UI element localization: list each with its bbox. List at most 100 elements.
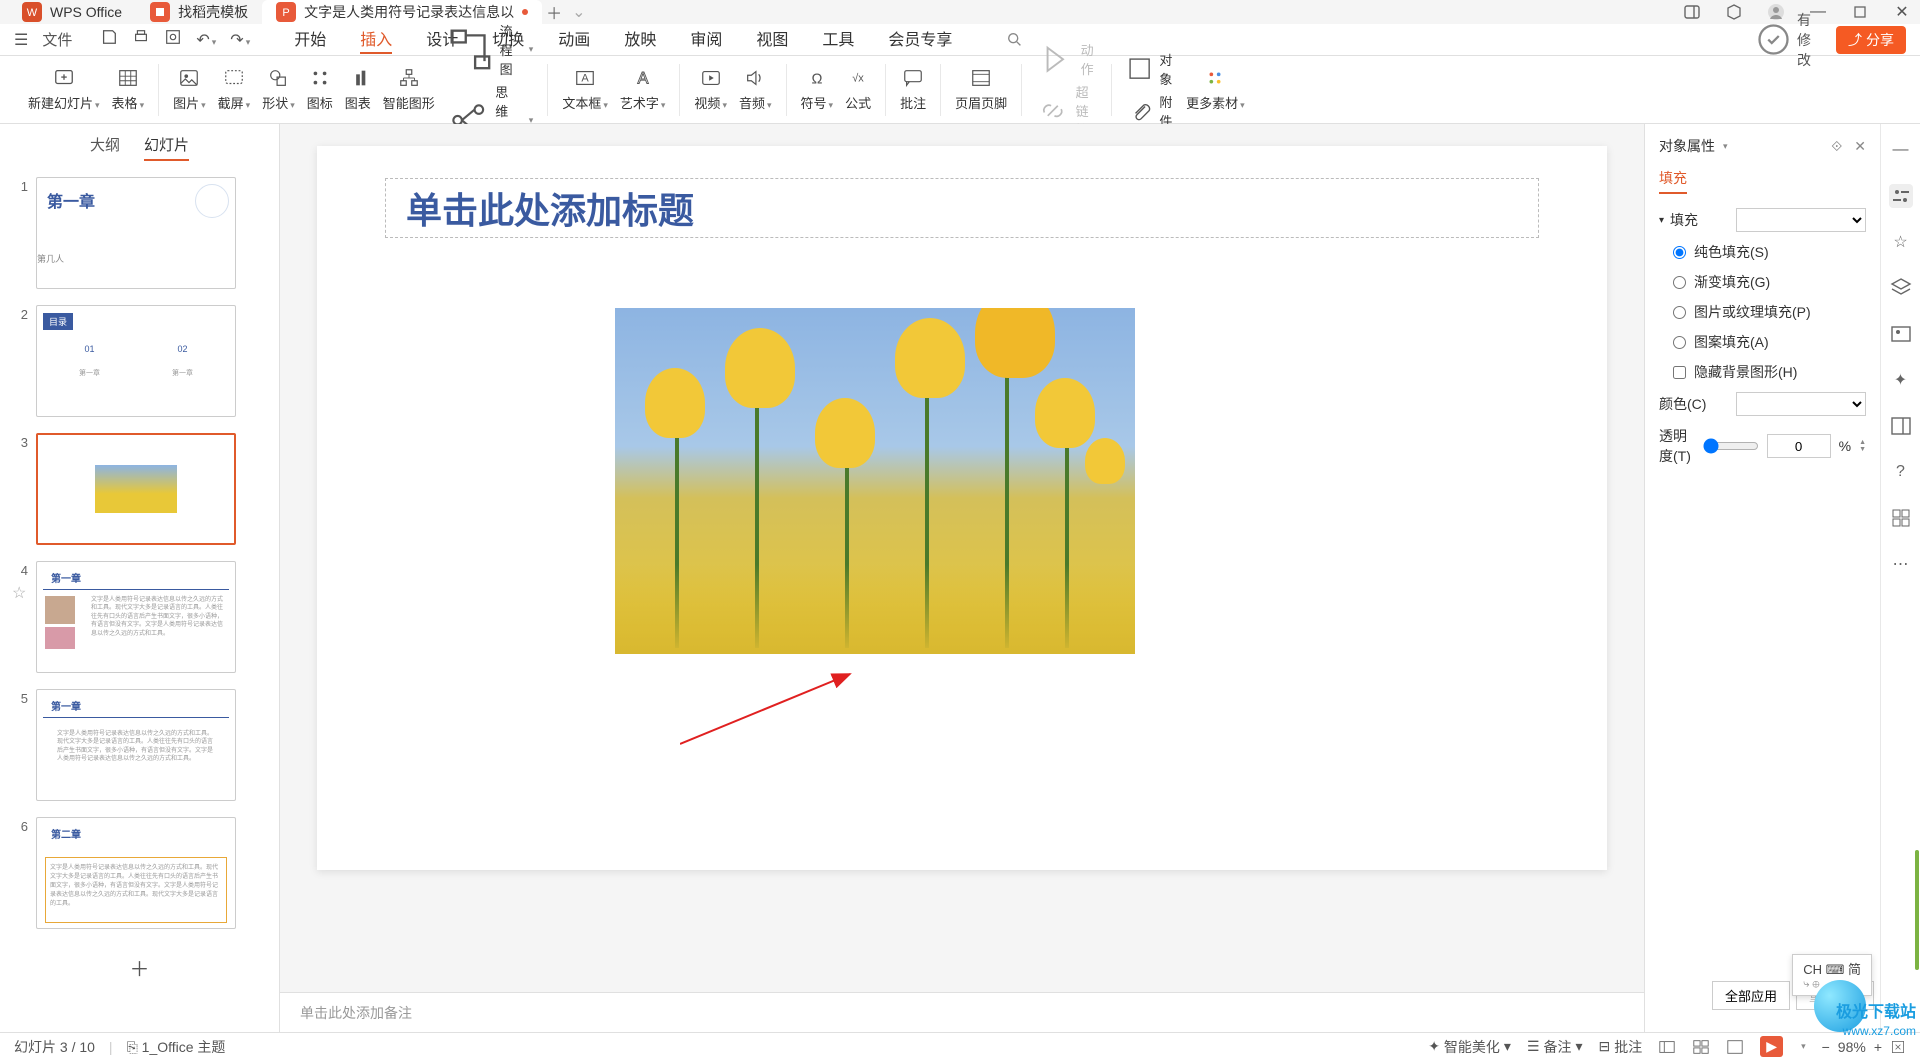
tab-insert[interactable]: 插入 <box>360 26 392 54</box>
apply-all-button[interactable]: 全部应用 <box>1712 981 1790 1010</box>
fill-preset-select[interactable] <box>1736 208 1866 232</box>
object-button[interactable]: 对象 <box>1126 50 1174 88</box>
more-button[interactable]: 更多素材▾ <box>1186 67 1245 112</box>
template-icon <box>150 2 170 22</box>
wps-logo-icon: W <box>22 2 42 22</box>
chart-button[interactable]: 图表 <box>345 67 371 112</box>
panel-icon[interactable] <box>1682 2 1702 22</box>
inserted-image[interactable] <box>615 308 1135 654</box>
tools-icon[interactable] <box>1889 506 1913 530</box>
tab-label: WPS Office <box>50 4 122 20</box>
collapse-icon[interactable]: — <box>1889 138 1913 162</box>
slide-thumb-4[interactable]: 第一章文字是人类用符号记录表达信息以传之久远的方式和工具。现代文字大多是记录语言… <box>36 561 236 673</box>
wordart-button[interactable]: A艺术字▾ <box>620 67 666 112</box>
textbox-button[interactable]: A文本框▾ <box>562 67 608 112</box>
title-placeholder[interactable]: 单击此处添加标题 <box>385 178 1539 238</box>
has-changes-badge[interactable]: 有修改 <box>1756 10 1820 70</box>
fill-picture-radio[interactable] <box>1673 306 1686 319</box>
zoom-out-button[interactable]: − <box>1822 1039 1830 1055</box>
tab-member[interactable]: 会员专享 <box>888 26 952 54</box>
tab-view[interactable]: 视图 <box>756 26 788 54</box>
table-button[interactable]: 表格▾ <box>112 67 145 112</box>
slide-thumb-2[interactable]: 目录0102第一章第一章 <box>36 305 236 417</box>
slide-canvas[interactable]: 单击此处添加标题 <box>317 146 1607 870</box>
slide-panel: 大纲 幻灯片 1 第一章第几人 2 目录0102第一章第一章 3 4 ☆ 第一章… <box>0 124 280 1032</box>
close-panel-icon[interactable]: ✕ <box>1854 138 1866 155</box>
fit-button[interactable] <box>1890 1039 1906 1055</box>
smartart-button[interactable]: 智能图形 <box>383 67 435 112</box>
search-icon[interactable] <box>1006 26 1024 54</box>
menubar: ☰ 文件 ↶▾ ↷▾ 开始 插入 设计 切换 动画 放映 审阅 视图 工具 会员… <box>0 24 1920 56</box>
print-icon[interactable] <box>132 28 150 51</box>
print-preview-icon[interactable] <box>164 28 182 51</box>
scroll-indicator <box>1915 850 1919 970</box>
tab-animation[interactable]: 动画 <box>558 26 590 54</box>
view-reading-icon[interactable] <box>1726 1038 1744 1056</box>
pin-icon[interactable]: ⟐ <box>1831 138 1842 155</box>
settings-icon[interactable] <box>1889 184 1913 208</box>
view-sorter-icon[interactable] <box>1692 1038 1710 1056</box>
help-icon[interactable]: ? <box>1889 460 1913 484</box>
layers-icon[interactable] <box>1889 276 1913 300</box>
color-select[interactable] <box>1736 392 1866 416</box>
comment-button[interactable]: 批注 <box>900 67 926 112</box>
magic-icon[interactable]: ✦ <box>1889 368 1913 392</box>
more-dots-icon[interactable]: ⋯ <box>1889 552 1913 576</box>
add-slide-button[interactable]: ＋ <box>12 945 267 990</box>
slide-thumb-3[interactable] <box>36 433 236 545</box>
zoom-in-button[interactable]: + <box>1874 1039 1882 1055</box>
video-button[interactable]: 视频▾ <box>694 67 727 112</box>
tab-overflow-caret[interactable]: ⌄ <box>572 2 585 22</box>
save-icon[interactable] <box>100 28 118 51</box>
shape-button[interactable]: 形状▾ <box>262 67 295 112</box>
svg-text:Ω: Ω <box>811 72 822 88</box>
outline-tab[interactable]: 大纲 <box>90 134 120 161</box>
opacity-up[interactable]: ▲ <box>1859 439 1866 446</box>
ribbon: 新建幻灯片▾ 表格▾ 图片▾ 截屏▾ 形状▾ 图标 图表 智能图形 流程图▾ 思… <box>0 56 1920 124</box>
action-button: 动作 <box>1036 40 1097 79</box>
star-icon[interactable]: ☆ <box>1889 230 1913 254</box>
opacity-input[interactable] <box>1767 434 1831 458</box>
symbol-button[interactable]: Ω符号▾ <box>801 67 834 112</box>
fill-pattern-radio[interactable] <box>1673 336 1686 349</box>
file-menu[interactable]: 文件 <box>42 29 72 50</box>
image-button[interactable]: 图片▾ <box>173 67 206 112</box>
fill-section-toggle[interactable]: ▾填充 <box>1659 208 1866 232</box>
audio-button[interactable]: 音频▾ <box>739 67 772 112</box>
view-normal-icon[interactable] <box>1658 1038 1676 1056</box>
panel2-icon[interactable] <box>1889 414 1913 438</box>
undo-icon[interactable]: ↶▾ <box>196 30 216 50</box>
star-icon: ☆ <box>12 561 28 673</box>
hide-bg-checkbox[interactable] <box>1673 366 1686 379</box>
opacity-down[interactable]: ▼ <box>1859 446 1866 453</box>
share-button[interactable]: ⤴ 分享 <box>1836 26 1906 54</box>
fill-gradient-radio[interactable] <box>1673 276 1686 289</box>
app-tab-template[interactable]: 找稻壳模板 <box>136 0 262 24</box>
notes-area[interactable]: 单击此处添加备注 <box>280 992 1644 1032</box>
redo-icon[interactable]: ↷▾ <box>230 30 250 50</box>
hamburger-icon[interactable]: ☰ <box>14 30 28 50</box>
image-tool-icon[interactable] <box>1889 322 1913 346</box>
svg-text:√x: √x <box>852 73 864 85</box>
flowchart-button[interactable]: 流程图▾ <box>447 21 534 78</box>
screenshot-button[interactable]: 截屏▾ <box>218 67 251 112</box>
tab-add-button[interactable]: ＋ <box>542 0 566 24</box>
slides-tab[interactable]: 幻灯片 <box>144 134 189 161</box>
fill-tab[interactable]: 填充 <box>1659 168 1687 194</box>
slide-thumb-6[interactable]: 第二章文字是人类用符号记录表达信息以传之久远的方式和工具。现代文字大多是记录语言… <box>36 817 236 929</box>
new-slide-button[interactable]: 新建幻灯片▾ <box>28 67 100 112</box>
icon-button[interactable]: 图标 <box>307 67 333 112</box>
ppt-icon: P <box>276 2 296 22</box>
formula-button[interactable]: √x公式 <box>845 67 871 112</box>
cube-icon[interactable] <box>1724 2 1744 22</box>
tab-tools[interactable]: 工具 <box>822 26 854 54</box>
slide-thumb-5[interactable]: 第一章文字是人类用符号记录表达信息以传之久远的方式和工具。现代文字大多是记录语言… <box>36 689 236 801</box>
slideshow-button[interactable]: ▶ <box>1760 1036 1783 1057</box>
tab-slideshow[interactable]: 放映 <box>624 26 656 54</box>
tab-review[interactable]: 审阅 <box>690 26 722 54</box>
app-tab-wps[interactable]: W WPS Office <box>8 0 136 24</box>
tab-start[interactable]: 开始 <box>294 26 326 54</box>
opacity-slider[interactable] <box>1703 438 1759 454</box>
slide-thumb-1[interactable]: 第一章第几人 <box>36 177 236 289</box>
header-footer-button[interactable]: 页眉页脚 <box>955 67 1007 112</box>
